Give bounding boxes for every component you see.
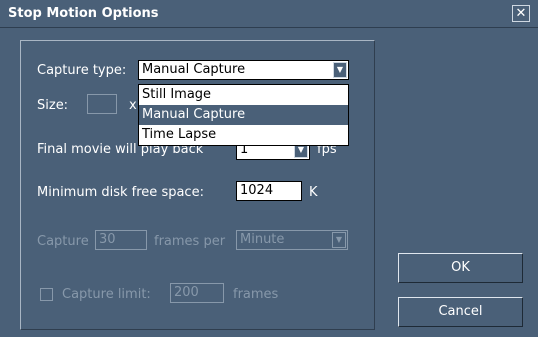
option-still-image[interactable]: Still Image — [139, 85, 348, 105]
size-width-field[interactable] — [87, 94, 117, 114]
min-disk-label: Minimum disk free space: — [37, 185, 204, 200]
min-disk-field[interactable]: 1024 — [236, 181, 302, 201]
frames-per-label: frames per — [154, 234, 226, 249]
capture-type-value: Manual Capture — [142, 62, 246, 77]
size-label: Size: — [37, 98, 69, 113]
capture-type-label: Capture type: — [37, 63, 127, 78]
capture-label: Capture — [37, 234, 89, 249]
capture-limit-checkbox[interactable] — [40, 288, 53, 301]
chevron-down-icon[interactable]: ▼ — [333, 62, 347, 78]
window-title: Stop Motion Options — [8, 6, 159, 21]
option-manual-capture[interactable]: Manual Capture — [139, 105, 348, 125]
capture-type-dropdown[interactable]: Still Image Manual Capture Time Lapse — [138, 84, 349, 146]
frames-per-value: Minute — [240, 232, 285, 247]
min-disk-unit: K — [309, 185, 318, 200]
capture-type-select[interactable]: Manual Capture ▼ — [138, 60, 349, 80]
ok-button[interactable]: OK — [398, 253, 523, 283]
close-icon: ✕ — [515, 6, 527, 21]
close-button[interactable]: ✕ — [512, 5, 530, 22]
capture-frames-field[interactable]: 30 — [95, 230, 147, 250]
size-x-label: x — [129, 98, 137, 113]
title-bar: Stop Motion Options ✕ — [0, 0, 538, 28]
chevron-down-icon[interactable]: ▼ — [332, 232, 346, 248]
capture-limit-label: Capture limit: — [62, 287, 151, 302]
frames-per-select[interactable]: Minute ▼ — [236, 230, 348, 250]
capture-limit-field[interactable]: 200 — [170, 283, 224, 303]
capture-limit-unit: frames — [233, 287, 279, 302]
cancel-button[interactable]: Cancel — [398, 297, 523, 327]
option-time-lapse[interactable]: Time Lapse — [139, 125, 348, 145]
